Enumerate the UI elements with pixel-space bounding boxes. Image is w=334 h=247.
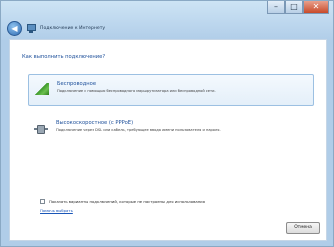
option-pppoe-text: Высокоскоростное (с PPPoE) Подключение ч… bbox=[56, 120, 221, 133]
cancel-button[interactable]: Отмена bbox=[286, 222, 320, 234]
connection-wizard-window: – □ ✕ ◀ Подключение к Интернету Как выпо… bbox=[0, 0, 334, 247]
page-heading: Как выполнить подключение? bbox=[22, 54, 106, 60]
wizard-content: Как выполнить подключение? Беспроводное … bbox=[9, 39, 327, 241]
option-pppoe-title: Высокоскоростное (с PPPoE) bbox=[56, 120, 134, 126]
show-unconfigured-checkbox[interactable] bbox=[40, 199, 45, 204]
option-wireless-text: Беспроводное Подключение с помощью беспр… bbox=[57, 81, 216, 94]
close-button[interactable]: ✕ bbox=[303, 1, 329, 14]
option-wireless-title: Беспроводное bbox=[57, 81, 97, 87]
back-arrow-icon[interactable]: ◀ bbox=[7, 21, 22, 36]
network-computer-icon bbox=[26, 24, 36, 33]
window-title: Подключение к Интернету bbox=[40, 26, 106, 31]
window-caption-buttons: – □ ✕ bbox=[267, 1, 329, 14]
option-pppoe-description: Подключение через DSL или кабель, требую… bbox=[56, 128, 221, 132]
option-pppoe[interactable]: Высокоскоростное (с PPPoE) Подключение ч… bbox=[28, 114, 314, 148]
show-unconfigured-label: Показать варианты подключений, которые н… bbox=[49, 199, 205, 204]
wireless-signal-icon bbox=[35, 83, 49, 95]
maximize-button[interactable]: □ bbox=[285, 1, 303, 14]
wizard-nav-bar: ◀ Подключение к Интернету bbox=[7, 21, 105, 36]
broadband-cable-icon bbox=[34, 123, 48, 135]
option-wireless[interactable]: Беспроводное Подключение с помощью беспр… bbox=[28, 74, 314, 106]
option-wireless-description: Подключение с помощью беспроводного марш… bbox=[57, 89, 216, 93]
show-unconfigured-row: Показать варианты подключений, которые н… bbox=[40, 199, 205, 204]
help-choose-link[interactable]: Помочь выбрать bbox=[40, 208, 73, 213]
minimize-button[interactable]: – bbox=[267, 1, 285, 14]
